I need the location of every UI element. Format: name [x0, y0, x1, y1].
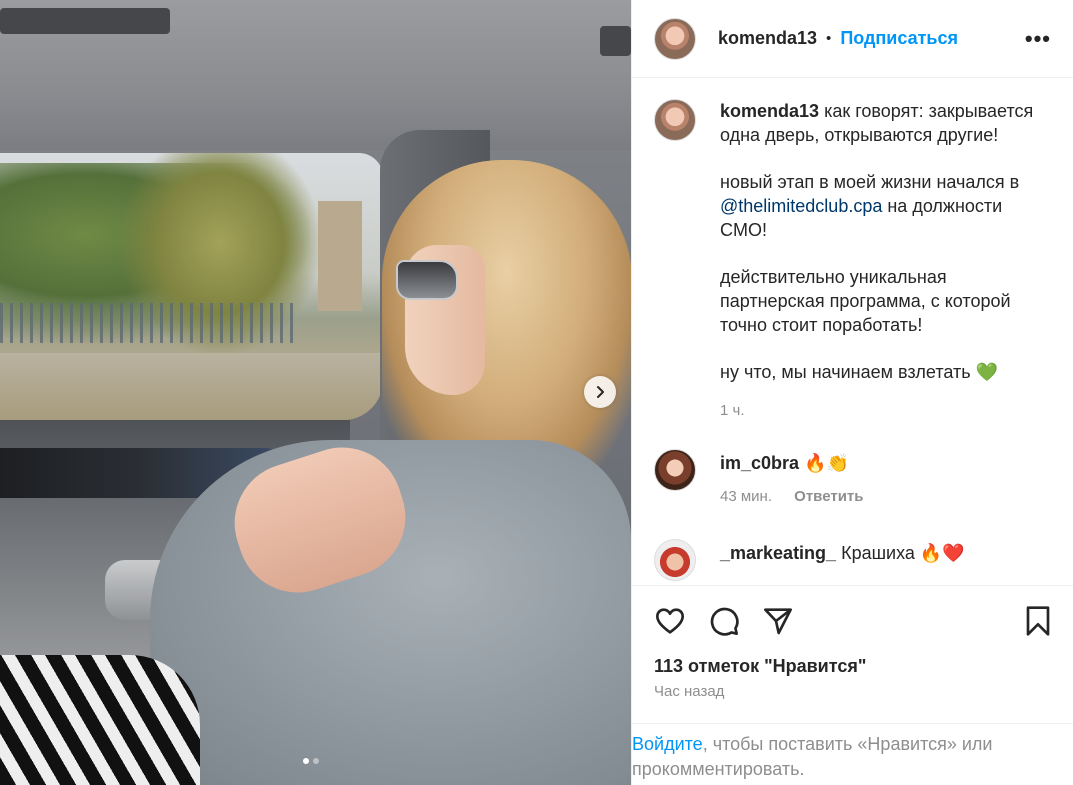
road	[0, 353, 383, 420]
caption-text: новый этап в моей жизни начался в	[720, 172, 1020, 192]
carousel-next-button[interactable]	[584, 376, 616, 408]
comment-text: 🔥👏	[804, 453, 849, 473]
caption-username[interactable]: komenda13	[720, 101, 819, 121]
more-options-icon[interactable]: •••	[1025, 27, 1051, 50]
post-actions: 113 отметок "Нравится" Час назад	[632, 585, 1073, 725]
caption-text: действительно уникальная партнерская про…	[720, 267, 1011, 335]
mention-link[interactable]: @thelimitedclub.cpa	[720, 196, 882, 216]
zebra-pants	[0, 655, 200, 785]
comment-username[interactable]: im_c0bra	[720, 453, 799, 473]
likes-count[interactable]: 113 отметок "Нравится"	[654, 656, 1052, 677]
comment-item: im_c0bra 🔥👏 43 мин. Ответить	[654, 449, 1052, 509]
comment-icon[interactable]	[708, 605, 740, 637]
caption-text: ну что, мы начинаем взлетать 💚	[720, 362, 999, 382]
comment-time: 43 мин.	[720, 488, 772, 505]
building	[318, 201, 362, 311]
paper-plane-icon[interactable]	[762, 605, 794, 637]
separator-dot: •	[826, 30, 832, 47]
reply-button[interactable]: Ответить	[794, 488, 863, 505]
post-timestamp[interactable]: Час назад	[654, 683, 1052, 700]
caption-time: 1 ч.	[720, 402, 745, 419]
carousel-indicator	[303, 758, 319, 764]
car-vent	[0, 8, 170, 34]
login-link[interactable]: Войдите	[632, 734, 703, 754]
post-caption: komenda13 как говорят: закрывается одна …	[654, 99, 1052, 423]
follow-button[interactable]: Подписаться	[840, 28, 958, 49]
author-avatar[interactable]	[654, 99, 696, 141]
car-window	[0, 153, 383, 420]
author-username[interactable]: komenda13	[718, 28, 817, 49]
comment-text: Крашиха 🔥❤️	[841, 543, 965, 563]
post-panel: komenda13 • Подписаться ••• komenda13 ка…	[631, 0, 1073, 785]
fence	[0, 303, 300, 343]
car-vent	[600, 26, 631, 56]
commenter-avatar[interactable]	[654, 449, 696, 491]
post-header: komenda13 • Подписаться •••	[632, 0, 1073, 78]
comments-list[interactable]: komenda13 как говорят: закрывается одна …	[632, 79, 1073, 585]
comment-username[interactable]: _markeating_	[720, 543, 836, 563]
author-avatar[interactable]	[654, 17, 696, 60]
heart-icon[interactable]	[654, 605, 686, 637]
chevron-right-icon	[597, 386, 604, 398]
bookmark-icon[interactable]	[1024, 605, 1052, 637]
carousel-dot	[313, 758, 319, 764]
comment-item: _markeating_ Крашиха 🔥❤️	[654, 539, 1052, 581]
login-prompt: Войдите, чтобы поставить «Нравится» или …	[632, 723, 1073, 785]
carousel-dot	[303, 758, 309, 764]
post-photo	[0, 0, 631, 785]
commenter-avatar[interactable]	[654, 539, 696, 581]
sunglasses	[396, 260, 458, 300]
